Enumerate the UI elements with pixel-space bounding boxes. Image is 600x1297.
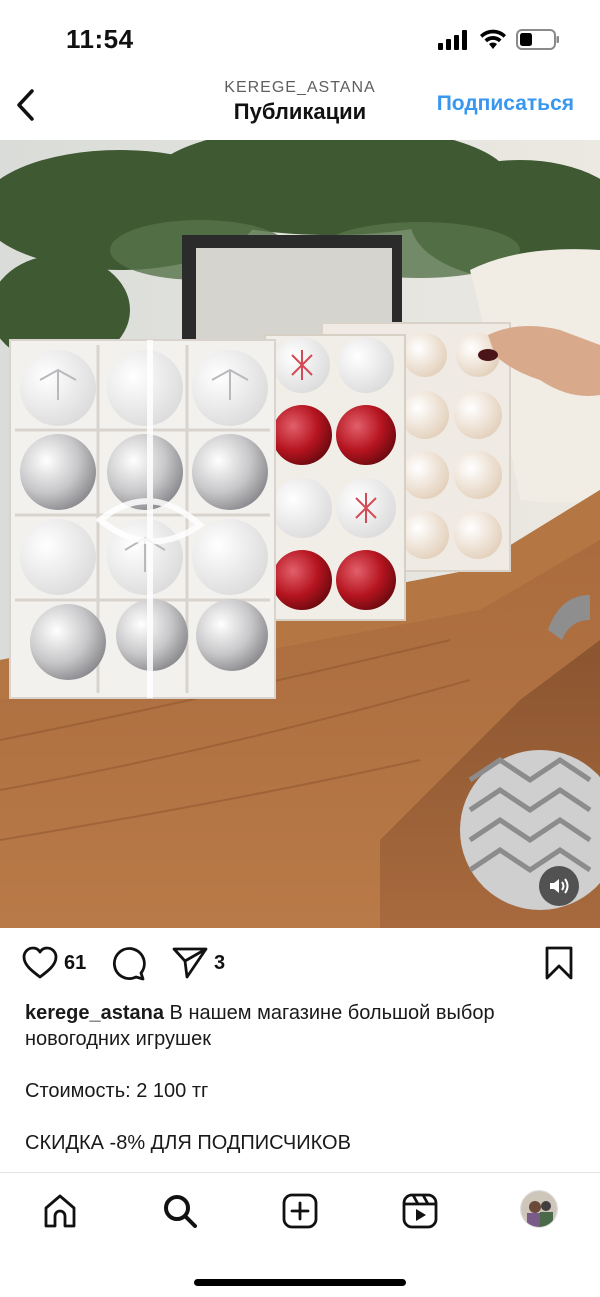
page-title: Публикации bbox=[233, 99, 367, 124]
caption-main: kerege_astana В нашем магазине большой в… bbox=[25, 1000, 585, 1052]
speaker-icon bbox=[550, 878, 569, 894]
post-photo bbox=[0, 140, 600, 928]
tab-search[interactable] bbox=[158, 1189, 202, 1233]
post-image[interactable] bbox=[0, 140, 600, 928]
plus-square-icon bbox=[282, 1193, 318, 1229]
chevron-left-icon bbox=[17, 89, 34, 121]
heart-icon bbox=[22, 946, 58, 979]
caption-username[interactable]: kerege_astana bbox=[25, 1002, 164, 1024]
like-button[interactable]: 61 bbox=[22, 946, 86, 980]
caption-discount: СКИДКА -8% ДЛЯ ПОДПИСЧИКОВ bbox=[25, 1132, 351, 1154]
reels-icon bbox=[402, 1193, 438, 1229]
comment-button[interactable] bbox=[110, 946, 146, 982]
bottom-tab-bar bbox=[0, 1172, 600, 1297]
share-button[interactable]: 3 bbox=[172, 946, 225, 980]
tab-profile-avatar[interactable] bbox=[520, 1190, 558, 1228]
comment-icon bbox=[112, 947, 146, 981]
header-username: KEREGE_ASTANA bbox=[224, 79, 376, 96]
post-actions: 61 3 bbox=[0, 940, 600, 990]
shares-count: 3 bbox=[214, 951, 226, 974]
header-title-group: KEREGE_ASTANA Публикации bbox=[150, 79, 450, 125]
caption-price: Стоимость: 2 100 тг bbox=[25, 1080, 209, 1102]
home-indicator bbox=[194, 1279, 406, 1286]
subscribe-button[interactable]: Подписаться bbox=[437, 92, 574, 116]
save-button[interactable] bbox=[544, 946, 574, 980]
search-icon bbox=[164, 1195, 197, 1228]
battery-icon bbox=[516, 29, 559, 50]
tab-reels[interactable] bbox=[398, 1189, 442, 1233]
sound-toggle-button[interactable] bbox=[539, 866, 579, 906]
status-bar: 11:54 bbox=[0, 0, 600, 75]
likes-count: 61 bbox=[64, 951, 87, 974]
post-caption: kerege_astana В нашем магазине большой в… bbox=[25, 1000, 585, 1172]
tab-create[interactable] bbox=[278, 1189, 322, 1233]
home-icon bbox=[44, 1194, 76, 1228]
cellular-signal-icon bbox=[438, 30, 467, 50]
bookmark-icon bbox=[545, 946, 573, 980]
send-icon bbox=[172, 947, 208, 979]
back-button[interactable] bbox=[8, 83, 42, 127]
tab-home[interactable] bbox=[38, 1189, 82, 1233]
avatar-image bbox=[521, 1191, 557, 1227]
nav-header: KEREGE_ASTANA Публикации Подписаться bbox=[0, 75, 600, 140]
status-time: 11:54 bbox=[66, 24, 134, 54]
wifi-icon bbox=[480, 29, 506, 49]
